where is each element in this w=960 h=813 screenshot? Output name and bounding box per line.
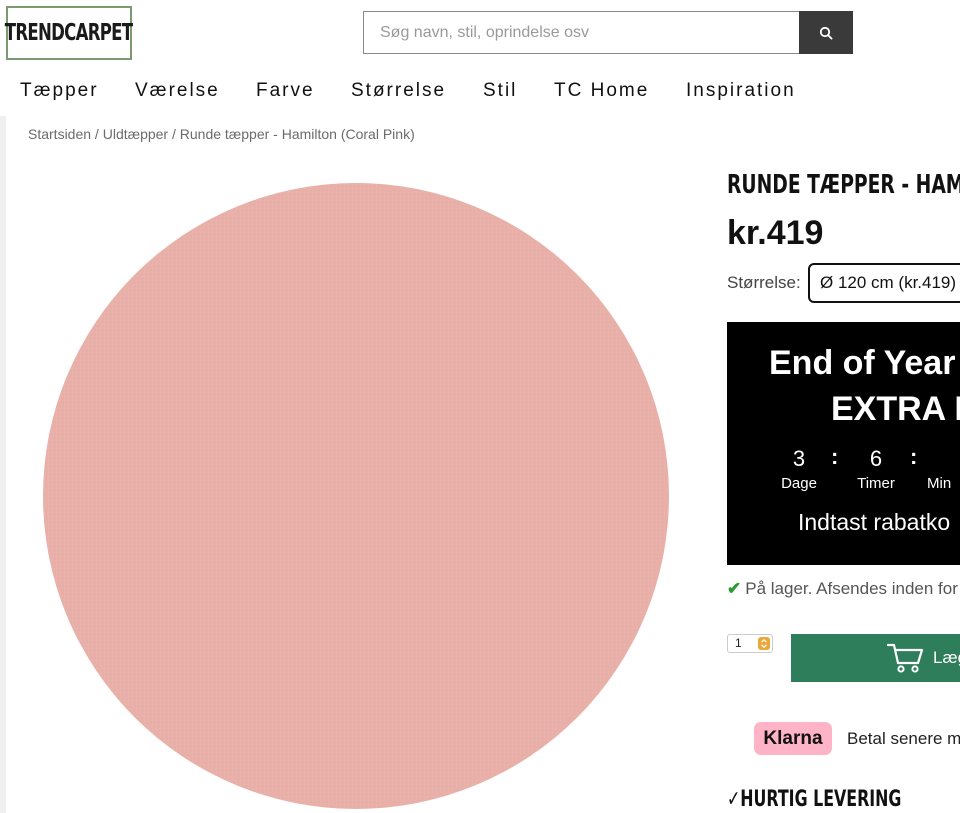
logo-text: TRENDCARPET: [5, 20, 133, 46]
cart-icon: [887, 643, 924, 673]
page-edge: [0, 116, 6, 813]
checkmark-icon: ✔: [727, 579, 742, 598]
promo-code-text: Indtast rabatko: [798, 509, 951, 535]
breadcrumb-current: Runde tæpper - Hamilton (Coral Pink): [179, 126, 415, 142]
promo-banner[interactable]: End of Year EXTRA R 3 : 6 : Dage Timer M…: [727, 322, 960, 565]
search-icon: [819, 26, 833, 40]
fast-delivery-text: HURTIG LEVERING: [740, 787, 902, 812]
add-to-cart-button[interactable]: Læg: [791, 634, 960, 682]
check-icon: ✓: [727, 787, 741, 812]
search-input[interactable]: [363, 11, 800, 54]
nav-item-tc-home[interactable]: TC Home: [554, 80, 649, 102]
quantity-spinner-icon[interactable]: [758, 637, 770, 650]
size-select[interactable]: Ø 120 cm (kr.419): [808, 263, 960, 303]
klarna-logo: Klarna: [754, 722, 832, 755]
countdown-separator: :: [831, 444, 839, 469]
search-bar: [363, 11, 853, 54]
countdown-minutes-label: Min: [927, 475, 952, 492]
search-button[interactable]: [799, 11, 853, 54]
round-rug-image: [43, 183, 669, 809]
add-to-cart-label: Læg: [933, 648, 960, 667]
nav-item-vaerelse[interactable]: Værelse: [135, 80, 220, 102]
nav-item-farve[interactable]: Farve: [256, 80, 315, 102]
trendcarpet-logo[interactable]: TRENDCARPET: [5, 6, 133, 60]
promo-subheadline: EXTRA R: [831, 390, 960, 428]
quantity-value: 1: [735, 636, 742, 650]
nav-item-stil[interactable]: Stil: [483, 80, 517, 102]
nav-item-taepper[interactable]: Tæpper: [20, 80, 99, 102]
countdown-days-label: Dage: [781, 475, 817, 492]
stock-status: ✔ På lager. Afsendes inden for: [727, 579, 958, 599]
breadcrumb-separator: /: [91, 126, 103, 142]
breadcrumb-category[interactable]: Uldtæpper: [103, 126, 168, 142]
countdown-hours-label: Timer: [857, 475, 895, 492]
countdown-separator: :: [910, 444, 918, 469]
nav-item-inspiration[interactable]: Inspiration: [686, 80, 796, 102]
fast-delivery-heading: ✓HURTIG LEVERING: [727, 787, 901, 812]
site-header: TRENDCARPET Tæpper Værelse Farve Størrel…: [0, 0, 960, 116]
countdown-days-value: 3: [792, 446, 806, 471]
klarna-text: Betal senere m: [847, 729, 960, 748]
size-selected-value: Ø 120 cm (kr.419): [820, 273, 957, 292]
size-label: Størrelse:: [727, 273, 801, 292]
breadcrumb-home[interactable]: Startsiden: [28, 126, 91, 142]
product-title: RUNDE TÆPPER - HAMILTON (CORAL PINK): [727, 170, 960, 200]
product-price: kr.419: [727, 214, 824, 252]
countdown-hours-value: 6: [869, 446, 883, 471]
nav-item-storrelse[interactable]: Størrelse: [351, 80, 446, 102]
breadcrumb-separator: /: [168, 126, 180, 142]
product-image[interactable]: [40, 178, 672, 813]
promo-headline: End of Year: [769, 344, 956, 382]
breadcrumb: Startsiden / Uldtæpper / Runde tæpper - …: [28, 126, 415, 142]
stock-text: På lager. Afsendes inden for: [745, 579, 958, 598]
quantity-stepper[interactable]: 1: [727, 634, 773, 653]
klarna-badge-text: Klarna: [763, 727, 823, 749]
